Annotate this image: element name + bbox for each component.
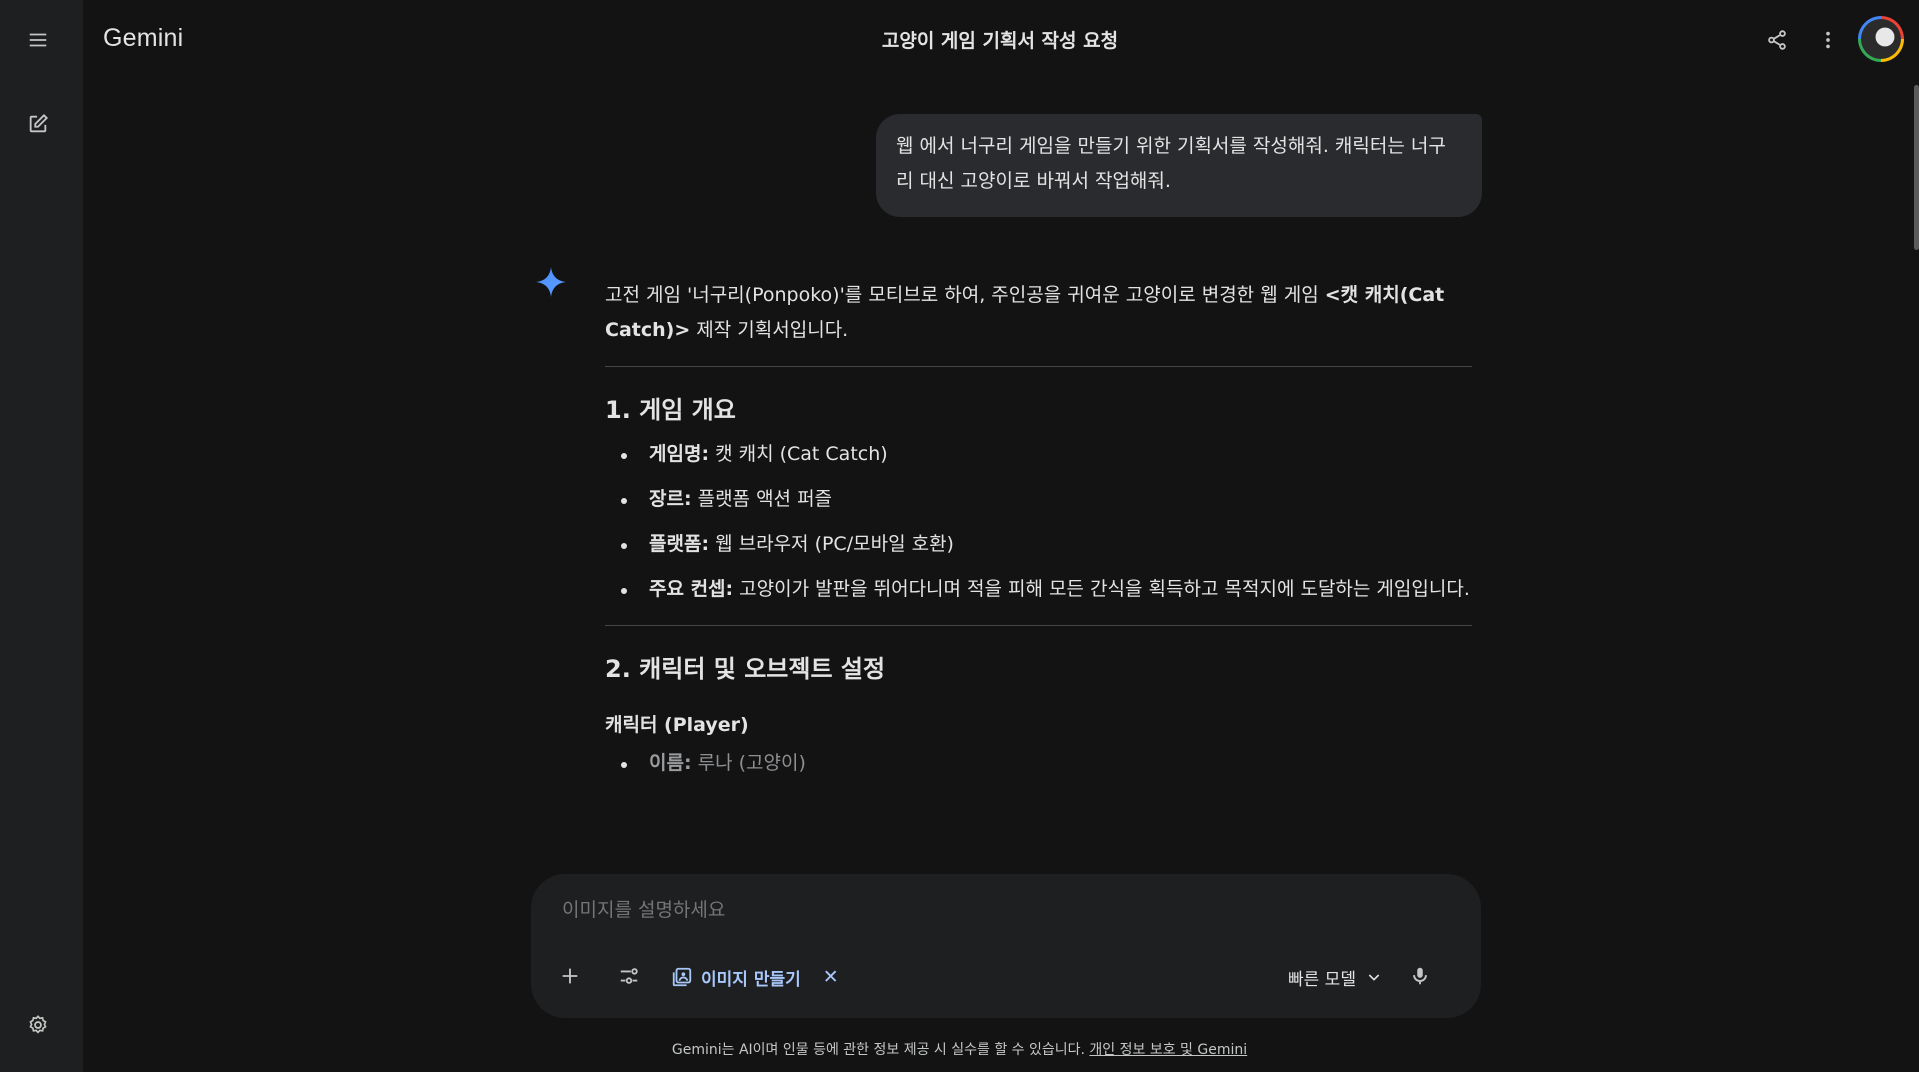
share-button[interactable] [1758, 21, 1796, 59]
new-chat-button[interactable] [19, 105, 57, 143]
model-label: 빠른 모델 [1288, 969, 1356, 990]
scroll-fade [520, 830, 1500, 870]
privacy-link[interactable]: 개인 정보 보호 및 Gemini [1089, 1042, 1247, 1058]
item-label: 이름: [649, 752, 692, 774]
plus-icon [562, 968, 578, 984]
chevron-down-icon [1368, 974, 1380, 981]
character-list: 이름: 루나 (고양이) [605, 746, 1472, 781]
disclaimer-text: Gemini는 AI이며 인물 등에 관한 정보 제공 시 실수를 할 수 있습… [671, 1042, 1090, 1058]
conversation-title: 고양이 게임 기획서 작성 요청 [881, 30, 1119, 52]
scrollbar-thumb[interactable] [1914, 85, 1919, 250]
item-value: 캣 캐치 (Cat Catch) [709, 443, 888, 465]
tool-chip-label: 이미지 만들기 [701, 969, 801, 990]
section-heading: 1. 게임 개요 [605, 396, 736, 424]
account-avatar[interactable] [1858, 16, 1904, 62]
microphone-button[interactable] [1401, 957, 1439, 995]
intro-tail: 제작 기획서입니다. [690, 319, 849, 341]
remove-tool-button[interactable]: ✕ [823, 966, 839, 988]
list-item: 이름: 루나 (고양이) [617, 746, 1472, 781]
model-selector[interactable]: 빠른 모델 [1288, 960, 1382, 994]
list-item: 주요 컨셉: 고양이가 발판을 뛰어다니며 적을 피해 모든 간식을 획득하고 … [617, 572, 1472, 607]
overview-list: 게임명: 캣 캐치 (Cat Catch) 장르: 플랫폼 액션 퍼즐 플랫폼:… [605, 437, 1472, 607]
add-attachment-button[interactable] [551, 957, 589, 995]
image-create-icon [672, 967, 692, 987]
user-message-bubble: 웹 에서 너구리 게임을 만들기 위한 기획서를 작성해줘. 캐릭터는 너구리 … [876, 114, 1482, 217]
item-label: 플랫폼: [649, 533, 710, 555]
section-heading: 2. 캐릭터 및 오브젝트 설정 [605, 655, 886, 683]
list-item: 플랫폼: 웹 브라우저 (PC/모바일 호환) [617, 527, 1472, 562]
subsection-heading: 캐릭터 (Player) [605, 714, 749, 736]
avatar-image [1861, 19, 1901, 59]
gear-icon [29, 1015, 47, 1034]
item-value: 고양이가 발판을 뛰어다니며 적을 피해 모든 간식을 획득하고 목적지에 도달… [733, 578, 1470, 600]
item-label: 게임명: [649, 443, 710, 465]
image-create-tool-chip[interactable]: 이미지 만들기 ✕ [671, 960, 839, 994]
gemini-spark-icon [536, 267, 566, 297]
sidebar-rail [0, 0, 83, 1072]
divider [605, 625, 1472, 626]
menu-icon [29, 33, 47, 47]
model-response: 고전 게임 '너구리(Ponpoko)'를 모티브로 하여, 주인공을 귀여운 … [605, 278, 1472, 781]
item-value: 플랫폼 액션 퍼즐 [691, 488, 833, 510]
microphone-icon [1413, 967, 1427, 985]
prompt-input[interactable] [560, 898, 1444, 922]
user-message-text: 웹 에서 너구리 게임을 만들기 위한 기획서를 작성해줘. 캐릭터는 너구리 … [896, 135, 1446, 192]
tune-icon [620, 968, 638, 984]
disclaimer-footer: Gemini는 AI이며 인물 등에 관한 정보 제공 시 실수를 할 수 있습… [0, 1039, 1919, 1059]
list-item: 게임명: 캣 캐치 (Cat Catch) [617, 437, 1472, 472]
divider [605, 366, 1472, 367]
intro-text: 고전 게임 '너구리(Ponpoko)'를 모티브로 하여, 주인공을 귀여운 … [605, 284, 1325, 306]
item-value: 루나 (고양이) [691, 752, 806, 774]
share-icon [1768, 30, 1786, 50]
item-label: 장르: [649, 488, 692, 510]
list-item: 장르: 플랫폼 액션 퍼즐 [617, 482, 1472, 517]
app-brand[interactable]: Gemini [103, 24, 183, 53]
more-vert-icon [1826, 31, 1830, 49]
main-menu-button[interactable] [19, 21, 57, 59]
tools-button[interactable] [610, 957, 648, 995]
response-intro: 고전 게임 '너구리(Ponpoko)'를 모티브로 하여, 주인공을 귀여운 … [605, 278, 1472, 348]
item-label: 주요 컨셉: [649, 578, 734, 600]
prompt-composer: 이미지 만들기 ✕ 빠른 모델 [531, 874, 1481, 1018]
more-options-button[interactable] [1809, 21, 1847, 59]
item-value: 웹 브라우저 (PC/모바일 호환) [709, 533, 954, 555]
edit-square-icon [29, 113, 49, 133]
